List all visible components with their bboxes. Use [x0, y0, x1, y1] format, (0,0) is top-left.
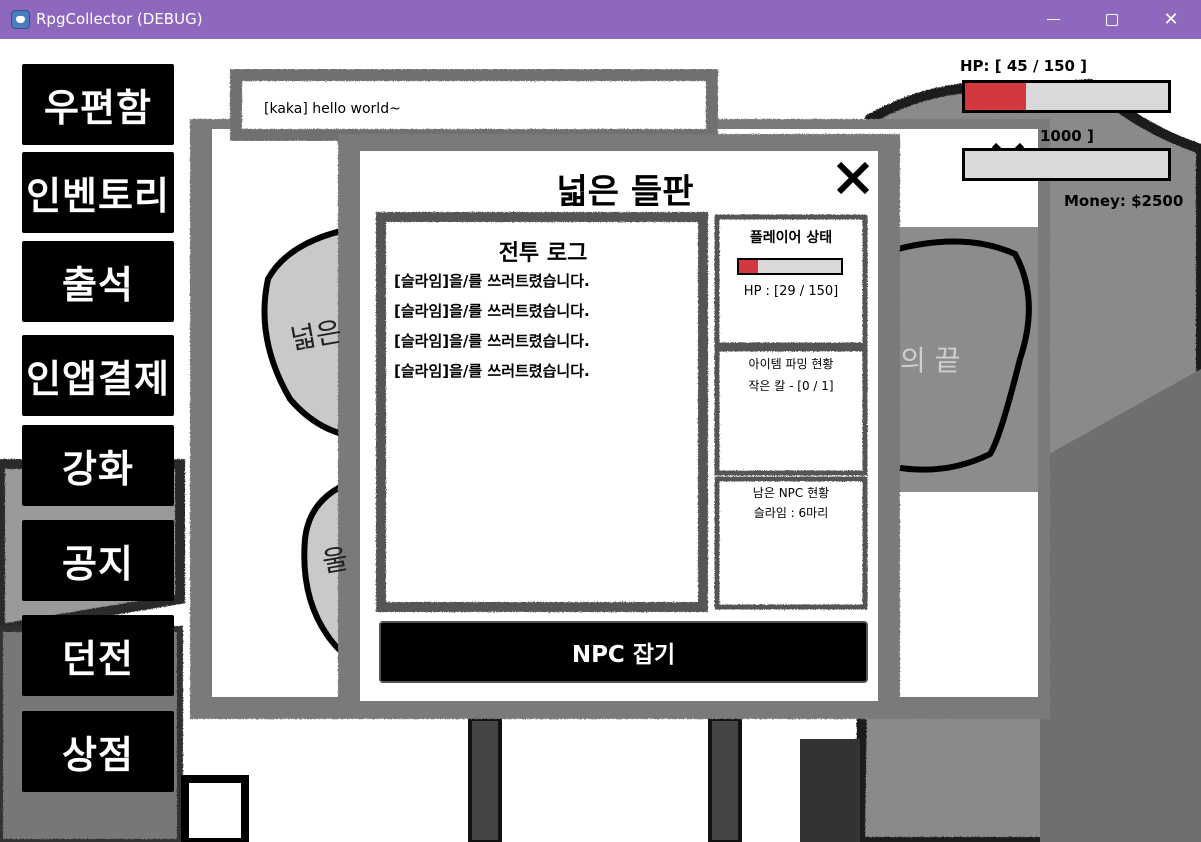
dialog-title: 넓은 들판 [556, 172, 694, 212]
battle-log-line: [슬라임]을/를 쓰러트렸습니다. [394, 302, 590, 320]
menu-button-attendance[interactable]: 출석 [22, 241, 174, 322]
menu-button-mailbox[interactable]: 우편함 [22, 64, 174, 145]
map-label-right: 의 끝 [900, 344, 961, 377]
close-icon: ✕ [1163, 9, 1179, 30]
item-farming-title: 아이템 파밍 현황 [748, 357, 834, 371]
menu-button-enhance[interactable]: 강화 [22, 425, 174, 506]
maximize-button[interactable] [1082, 0, 1142, 39]
player-hp-text: HP : [29 / 150] [743, 284, 839, 299]
close-dialog-icon[interactable] [836, 161, 870, 195]
battle-log-title: 전투 로그 [498, 241, 588, 266]
battle-log-line: [슬라임]을/를 쓰러트렸습니다. [394, 332, 590, 350]
chat-message: [kaka] hello world~ [264, 101, 401, 117]
minimize-icon [1046, 19, 1060, 20]
window-title: RpgCollector (DEBUG) [36, 10, 203, 28]
close-window-button[interactable]: ✕ [1141, 0, 1201, 39]
game-viewport: 넓은 울 의 끝 [kaka] hello world~ HP: [ 45 / … [0, 39, 1201, 842]
hud-money: Money: $2500 [1064, 192, 1184, 210]
menu-button-dungeon[interactable]: 던전 [22, 615, 174, 696]
hud-hp-bar [962, 80, 1171, 113]
player-hp-fill [739, 260, 759, 273]
menu-button-notice[interactable]: 공지 [22, 520, 174, 601]
menu-button-shop[interactable]: 상점 [22, 711, 174, 792]
hud-hp-fill [965, 83, 1026, 110]
player-status-title: 플레이어 상태 [749, 230, 833, 246]
remaining-npc-count: 슬라임 : 6마리 [753, 506, 829, 520]
hud-hp-label: HP: [ 45 / 150 ] [960, 57, 1088, 75]
battle-log-line: [슬라임]을/를 쓰러트렸습니다. [394, 362, 590, 380]
menu-button-in-app-purchase[interactable]: 인앱결제 [22, 335, 174, 416]
hud-second-label: 1000 ] [1040, 127, 1094, 145]
maximize-icon [1106, 13, 1118, 26]
app-logo-icon [11, 10, 30, 29]
item-farming-item: 작은 칼 - [0 / 1] [748, 379, 834, 393]
window-titlebar[interactable]: RpgCollector (DEBUG) ✕ [0, 0, 1201, 39]
battle-log-line: [슬라임]을/를 쓰러트렸습니다. [394, 272, 590, 290]
hud-second-bar [962, 148, 1171, 181]
player-hp-bar [737, 258, 843, 275]
catch-npc-button[interactable]: NPC 잡기 [379, 621, 868, 683]
menu-button-inventory[interactable]: 인벤토리 [22, 152, 174, 233]
remaining-npc-title: 남은 NPC 현황 [752, 486, 830, 500]
minimize-button[interactable] [1023, 0, 1083, 39]
